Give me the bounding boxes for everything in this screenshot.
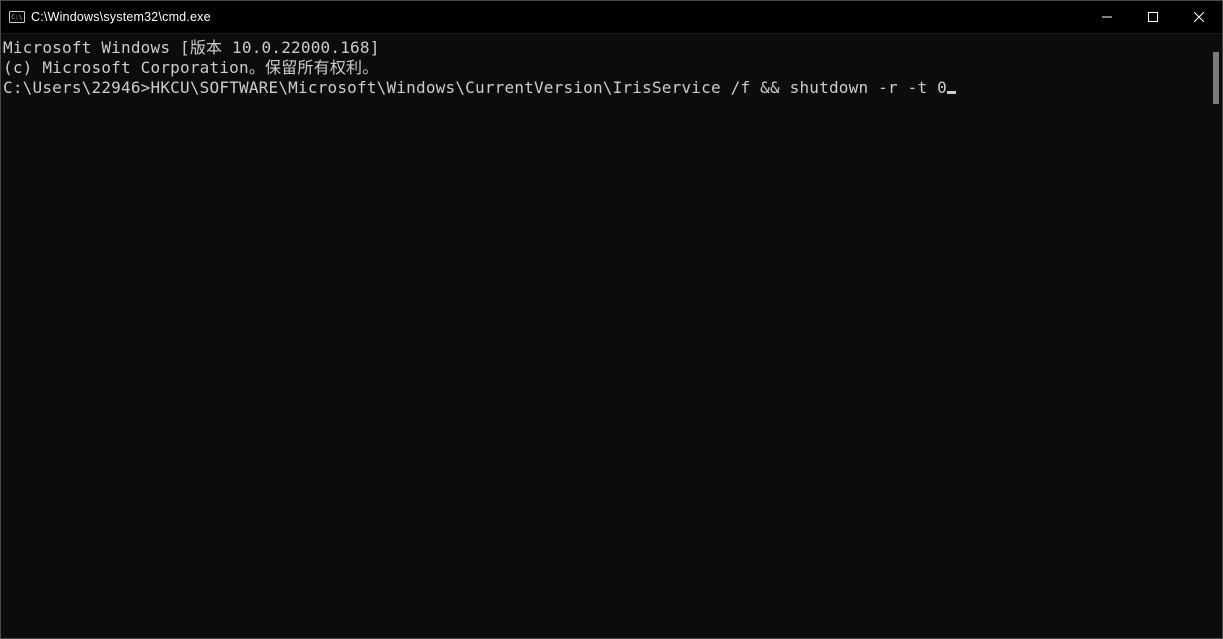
prompt: C:\Users\22946> bbox=[3, 78, 151, 97]
text-cursor bbox=[947, 91, 956, 94]
terminal-output[interactable]: Microsoft Windows [版本 10.0.22000.168](c)… bbox=[1, 34, 1222, 638]
window-controls bbox=[1084, 1, 1222, 33]
close-button[interactable] bbox=[1176, 1, 1222, 33]
window-title: C:\Windows\system32\cmd.exe bbox=[31, 10, 211, 24]
titlebar-left: C:\ C:\Windows\system32\cmd.exe bbox=[1, 9, 211, 25]
banner-line-2: (c) Microsoft Corporation。保留所有权利。 bbox=[3, 58, 1222, 78]
scrollbar[interactable] bbox=[1205, 34, 1221, 637]
titlebar[interactable]: C:\ C:\Windows\system32\cmd.exe bbox=[1, 1, 1222, 34]
scrollbar-thumb[interactable] bbox=[1213, 52, 1219, 104]
svg-text:C:\: C:\ bbox=[11, 14, 22, 21]
command-input[interactable]: HKCU\SOFTWARE\Microsoft\Windows\CurrentV… bbox=[151, 78, 947, 97]
cmd-window: C:\ C:\Windows\system32\cmd.exe Microsof… bbox=[0, 0, 1223, 639]
prompt-line: C:\Users\22946>HKCU\SOFTWARE\Microsoft\W… bbox=[3, 78, 1222, 98]
maximize-button[interactable] bbox=[1130, 1, 1176, 33]
banner-line-1: Microsoft Windows [版本 10.0.22000.168] bbox=[3, 38, 1222, 58]
minimize-button[interactable] bbox=[1084, 1, 1130, 33]
cmd-icon: C:\ bbox=[9, 9, 25, 25]
